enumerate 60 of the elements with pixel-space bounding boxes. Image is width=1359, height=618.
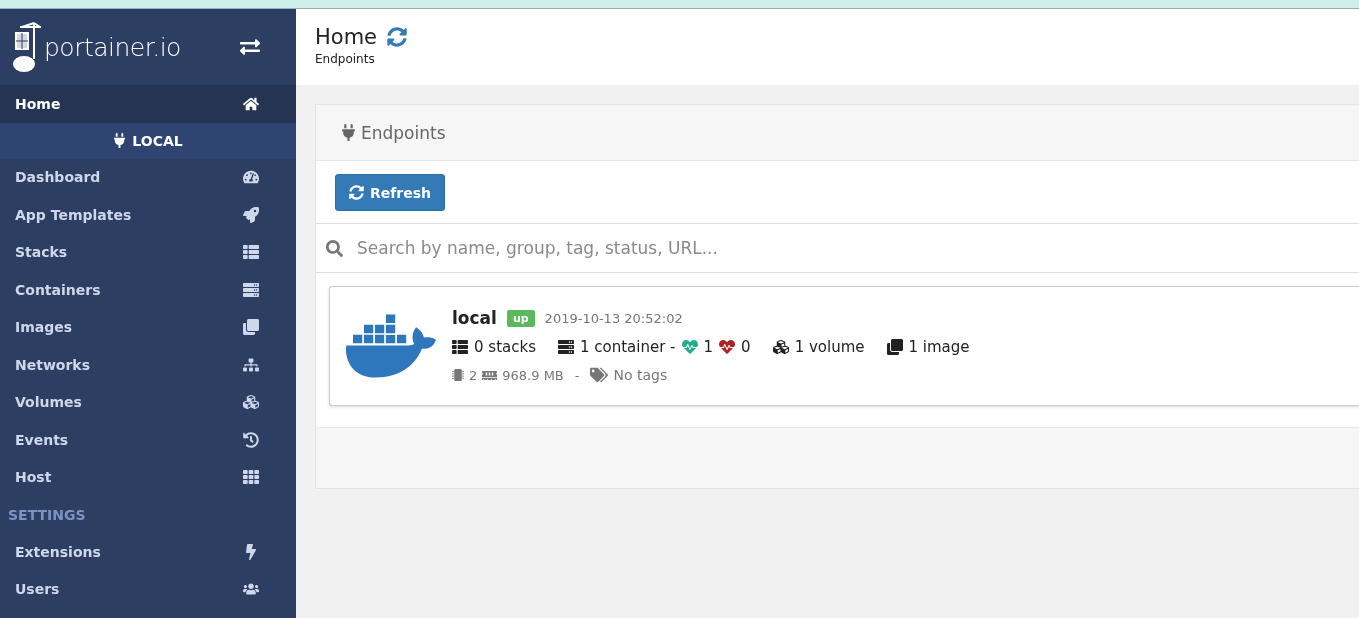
bolt-icon bbox=[243, 543, 259, 560]
sidebar-item[interactable]: App Templates bbox=[0, 196, 296, 234]
containers-count: 1 container - bbox=[579, 338, 676, 356]
home-icon bbox=[243, 95, 259, 112]
plug-icon bbox=[113, 133, 127, 148]
clone-icon bbox=[243, 319, 259, 336]
sidebar-item[interactable]: Home bbox=[0, 85, 296, 123]
refresh-icon[interactable] bbox=[387, 27, 407, 47]
images-count: 1 image bbox=[908, 338, 970, 356]
sidebar-item[interactable]: Stacks bbox=[0, 233, 296, 271]
list-icon bbox=[243, 244, 259, 261]
endpoint-name: LOCAL bbox=[132, 132, 183, 149]
chip-icon bbox=[452, 369, 464, 381]
heartbeat-icon bbox=[681, 339, 698, 355]
tags-icon bbox=[590, 366, 609, 384]
sidebar-item[interactable]: Dashboard bbox=[0, 158, 296, 196]
timestamp: 2019-10-13 20:52:02 bbox=[544, 310, 683, 326]
status-badge: up bbox=[506, 309, 535, 327]
stacks-count: 0 stacks bbox=[474, 338, 536, 356]
heartbeat-icon bbox=[719, 339, 736, 355]
sidebar-item[interactable]: Events bbox=[0, 421, 296, 459]
sitemap-icon bbox=[243, 356, 259, 373]
brand-name: portainer.io bbox=[44, 32, 181, 62]
section-heading: SETTINGS bbox=[7, 505, 87, 525]
endpoint-card[interactable]: local up 2019-10-13 20:52:02 0 stacks 1 container - 1 0 1 volume 1 image 2 968.9 MB - No tags bbox=[329, 286, 1359, 406]
clone-icon bbox=[886, 339, 903, 355]
separator: - bbox=[574, 367, 580, 383]
server-icon bbox=[243, 281, 259, 298]
panel-title: Endpoints bbox=[361, 122, 446, 143]
sidebar-item[interactable]: Host bbox=[0, 458, 296, 496]
cubes-icon bbox=[772, 339, 789, 355]
sidebar-item[interactable]: Users bbox=[0, 570, 296, 608]
healthy-count: 1 bbox=[703, 338, 714, 356]
history-icon bbox=[243, 431, 259, 448]
sidebar-item[interactable]: Extensions bbox=[0, 533, 296, 571]
dashboard-icon bbox=[243, 169, 259, 186]
sidebar-item[interactable]: Images bbox=[0, 308, 296, 346]
refresh-icon bbox=[349, 185, 364, 200]
memory-size: 968.9 MB bbox=[502, 367, 564, 383]
cpu-count: 2 bbox=[469, 367, 478, 383]
crane-logo-icon bbox=[12, 19, 42, 75]
search-icon bbox=[326, 239, 343, 257]
cubes-icon bbox=[243, 394, 259, 411]
refresh-button[interactable]: Refresh bbox=[335, 174, 446, 211]
volumes-count: 1 volume bbox=[794, 338, 865, 356]
plug-icon bbox=[342, 124, 355, 141]
swap-icon[interactable] bbox=[238, 37, 262, 57]
server-icon bbox=[557, 339, 574, 355]
tags-text: No tags bbox=[613, 367, 668, 383]
users-icon bbox=[243, 581, 259, 598]
rocket-icon bbox=[243, 206, 259, 223]
breadcrumb: Endpoints bbox=[315, 52, 376, 66]
sidebar-item[interactable]: Volumes bbox=[0, 383, 296, 421]
sidebar-item[interactable]: Networks bbox=[0, 346, 296, 384]
unhealthy-count: 0 bbox=[741, 338, 751, 356]
grid-icon bbox=[243, 469, 259, 486]
list-icon bbox=[452, 339, 468, 355]
page-title: Home bbox=[315, 25, 377, 49]
sidebar-item[interactable]: Containers bbox=[0, 271, 296, 309]
endpoint-name: local bbox=[452, 308, 497, 328]
